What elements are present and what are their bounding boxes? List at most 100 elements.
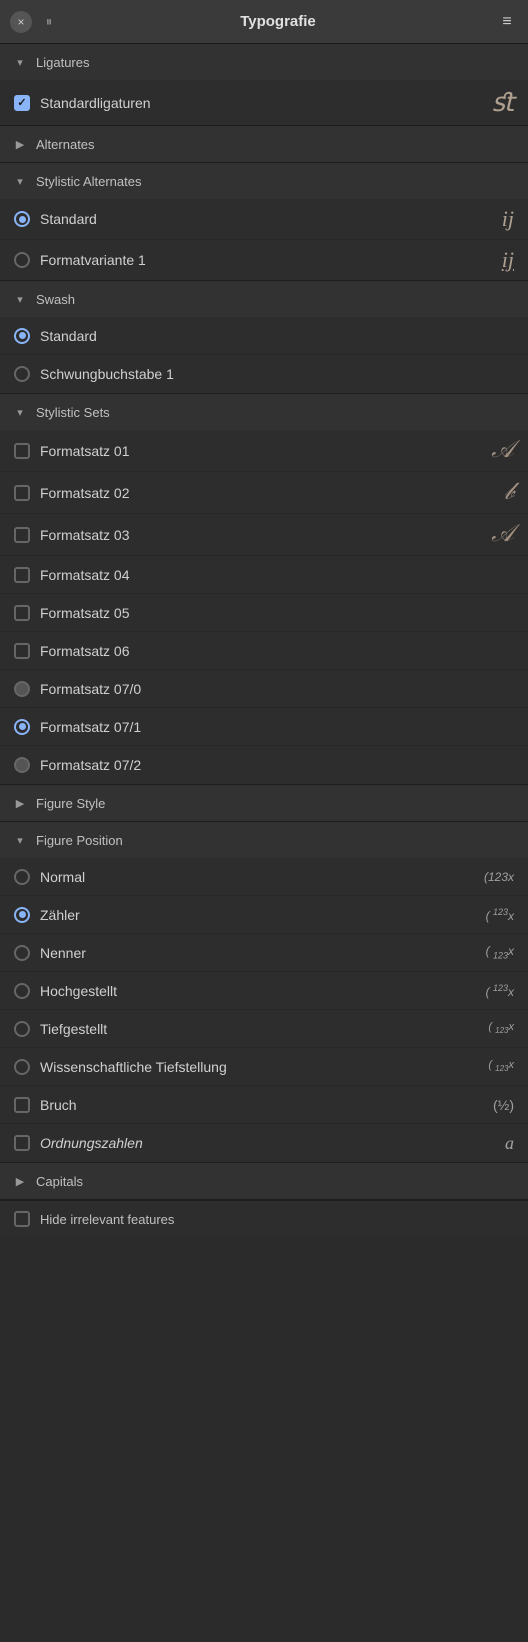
item-label-fp-normal: Normal bbox=[40, 869, 454, 885]
radio-sw-schwung1[interactable] bbox=[14, 366, 30, 382]
radio-sw-standard[interactable] bbox=[14, 328, 30, 344]
checkbox-fs02[interactable] bbox=[14, 485, 30, 501]
list-item[interactable]: Formatsatz 07/1 bbox=[0, 708, 528, 746]
radio-fp-tiefgestellt[interactable] bbox=[14, 1021, 30, 1037]
radio-fp-zahler[interactable] bbox=[14, 907, 30, 923]
radio-fp-hochgestellt[interactable] bbox=[14, 983, 30, 999]
list-item[interactable]: Hochgestellt ( 123x bbox=[0, 972, 528, 1010]
section-ligatures-title: Ligatures bbox=[36, 55, 89, 70]
preview-fp-ordnung: a bbox=[454, 1133, 514, 1154]
section-capitals-header[interactable]: ▶ Capitals bbox=[0, 1163, 528, 1199]
preview-fs02: 𝒷 bbox=[464, 479, 514, 506]
radio-fs070[interactable] bbox=[14, 681, 30, 697]
item-label-fp-tiefgestellt: Tiefgestellt bbox=[40, 1021, 454, 1037]
section-alternates-header[interactable]: ▶ Alternates bbox=[0, 126, 528, 162]
list-item[interactable]: Normal (123x bbox=[0, 858, 528, 896]
section-swash-body: Standard Schwungbuchstabe 1 bbox=[0, 317, 528, 393]
item-label-fp-wiss: Wissenschaftliche Tiefstellung bbox=[40, 1059, 454, 1075]
checkbox-fs05[interactable] bbox=[14, 605, 30, 621]
item-label-fs02: Formatsatz 02 bbox=[40, 485, 464, 501]
radio-fp-wiss[interactable] bbox=[14, 1059, 30, 1075]
checkbox-fp-ordnung[interactable] bbox=[14, 1135, 30, 1151]
list-item[interactable]: Formatsatz 03 𝒜 bbox=[0, 514, 528, 556]
list-item[interactable]: Tiefgestellt ( 123x bbox=[0, 1010, 528, 1048]
list-item[interactable]: Standard ij bbox=[0, 199, 528, 240]
radio-fp-nenner[interactable] bbox=[14, 945, 30, 961]
item-label-fp-bruch: Bruch bbox=[40, 1097, 454, 1113]
checkbox-fs03[interactable] bbox=[14, 527, 30, 543]
radio-fp-normal[interactable] bbox=[14, 869, 30, 885]
list-item[interactable]: Zähler ( 123x bbox=[0, 896, 528, 934]
item-label-fs072: Formatsatz 07/2 bbox=[40, 757, 514, 773]
section-ligatures-header[interactable]: ▾ Ligatures bbox=[0, 44, 528, 80]
preview-sa-standard: ij bbox=[464, 206, 514, 232]
section-capitals-title: Capitals bbox=[36, 1174, 83, 1189]
section-figure-style: ▶ Figure Style bbox=[0, 785, 528, 822]
menu-icon: ≡ bbox=[502, 13, 511, 31]
radio-sa-formatvariante1[interactable] bbox=[14, 252, 30, 268]
chevron-down-icon: ▾ bbox=[12, 832, 28, 848]
list-item[interactable]: Formatsatz 05 bbox=[0, 594, 528, 632]
section-ligatures-body: ✓ Standardligaturen ﬆ bbox=[0, 80, 528, 125]
item-label-fs06: Formatsatz 06 bbox=[40, 643, 514, 659]
list-item[interactable]: ✓ Standardligaturen ﬆ bbox=[0, 80, 528, 125]
item-label-sa-standard: Standard bbox=[40, 211, 464, 227]
section-stylistic-sets-body: Formatsatz 01 𝒜 Formatsatz 02 𝒷 Formatsa… bbox=[0, 430, 528, 784]
chevron-right-icon: ▶ bbox=[12, 795, 28, 811]
radio-fs072[interactable] bbox=[14, 757, 30, 773]
section-stylistic-sets: ▾ Stylistic Sets Formatsatz 01 𝒜 Formats… bbox=[0, 394, 528, 785]
list-item[interactable]: Schwungbuchstabe 1 bbox=[0, 355, 528, 393]
item-label-fs03: Formatsatz 03 bbox=[40, 527, 464, 543]
checkbox-fp-bruch[interactable] bbox=[14, 1097, 30, 1113]
list-item[interactable]: Bruch (½) bbox=[0, 1086, 528, 1124]
close-icon: × bbox=[17, 15, 24, 29]
section-stylistic-alternates-header[interactable]: ▾ Stylistic Alternates bbox=[0, 163, 528, 199]
list-item[interactable]: Formatsatz 02 𝒷 bbox=[0, 472, 528, 514]
checkbox-hide-irrelevant[interactable] bbox=[14, 1211, 30, 1227]
preview-fp-nenner: ( 123x bbox=[454, 944, 514, 960]
pause-button[interactable]: ⏸ bbox=[38, 11, 60, 33]
preview-fs01: 𝒜 bbox=[464, 437, 514, 464]
checkbox-fs06[interactable] bbox=[14, 643, 30, 659]
item-label-fp-zahler: Zähler bbox=[40, 907, 454, 923]
close-button[interactable]: × bbox=[10, 11, 32, 33]
checkbox-fs04[interactable] bbox=[14, 567, 30, 583]
section-ligatures: ▾ Ligatures ✓ Standardligaturen ﬆ bbox=[0, 44, 528, 126]
section-capitals: ▶ Capitals bbox=[0, 1163, 528, 1200]
checkbox-fs01[interactable] bbox=[14, 443, 30, 459]
section-stylistic-sets-header[interactable]: ▾ Stylistic Sets bbox=[0, 394, 528, 430]
preview-sa-formatvariante1: ij bbox=[464, 247, 514, 273]
section-swash-title: Swash bbox=[36, 292, 75, 307]
list-item[interactable]: Wissenschaftliche Tiefstellung ( 123x bbox=[0, 1048, 528, 1086]
list-item[interactable]: Ordnungszahlen a bbox=[0, 1124, 528, 1162]
list-item[interactable]: Standard bbox=[0, 317, 528, 355]
checkbox-standardligaturen[interactable]: ✓ bbox=[14, 95, 30, 111]
section-alternates-title: Alternates bbox=[36, 137, 95, 152]
item-label-sw-schwung1: Schwungbuchstabe 1 bbox=[40, 366, 514, 382]
section-figure-position-body: Normal (123x Zähler ( 123x Nenner ( 123x… bbox=[0, 858, 528, 1162]
section-swash-header[interactable]: ▾ Swash bbox=[0, 281, 528, 317]
section-stylistic-alternates-title: Stylistic Alternates bbox=[36, 174, 142, 189]
section-alternates: ▶ Alternates bbox=[0, 126, 528, 163]
list-item[interactable]: Nenner ( 123x bbox=[0, 934, 528, 972]
list-item[interactable]: Formatsatz 06 bbox=[0, 632, 528, 670]
preview-fp-zahler: ( 123x bbox=[454, 907, 514, 923]
section-figure-style-header[interactable]: ▶ Figure Style bbox=[0, 785, 528, 821]
radio-sa-standard[interactable] bbox=[14, 211, 30, 227]
radio-fs071[interactable] bbox=[14, 719, 30, 735]
list-item[interactable]: Formatsatz 07/2 bbox=[0, 746, 528, 784]
section-figure-position-header[interactable]: ▾ Figure Position bbox=[0, 822, 528, 858]
chevron-down-icon: ▾ bbox=[12, 404, 28, 420]
section-stylistic-sets-title: Stylistic Sets bbox=[36, 405, 110, 420]
preview-fp-tiefgestellt: ( 123x bbox=[454, 1021, 514, 1035]
item-label-fp-hochgestellt: Hochgestellt bbox=[40, 983, 454, 999]
list-item[interactable]: Formatsatz 01 𝒜 bbox=[0, 430, 528, 472]
item-label-sa-formatvariante1: Formatvariante 1 bbox=[40, 252, 464, 268]
section-figure-style-title: Figure Style bbox=[36, 796, 105, 811]
list-item[interactable]: Formatsatz 07/0 bbox=[0, 670, 528, 708]
menu-button[interactable]: ≡ bbox=[496, 11, 518, 33]
chevron-down-icon: ▾ bbox=[12, 54, 28, 70]
preview-fp-bruch: (½) bbox=[454, 1097, 514, 1113]
list-item[interactable]: Formatsatz 04 bbox=[0, 556, 528, 594]
list-item[interactable]: Formatvariante 1 ij bbox=[0, 240, 528, 280]
